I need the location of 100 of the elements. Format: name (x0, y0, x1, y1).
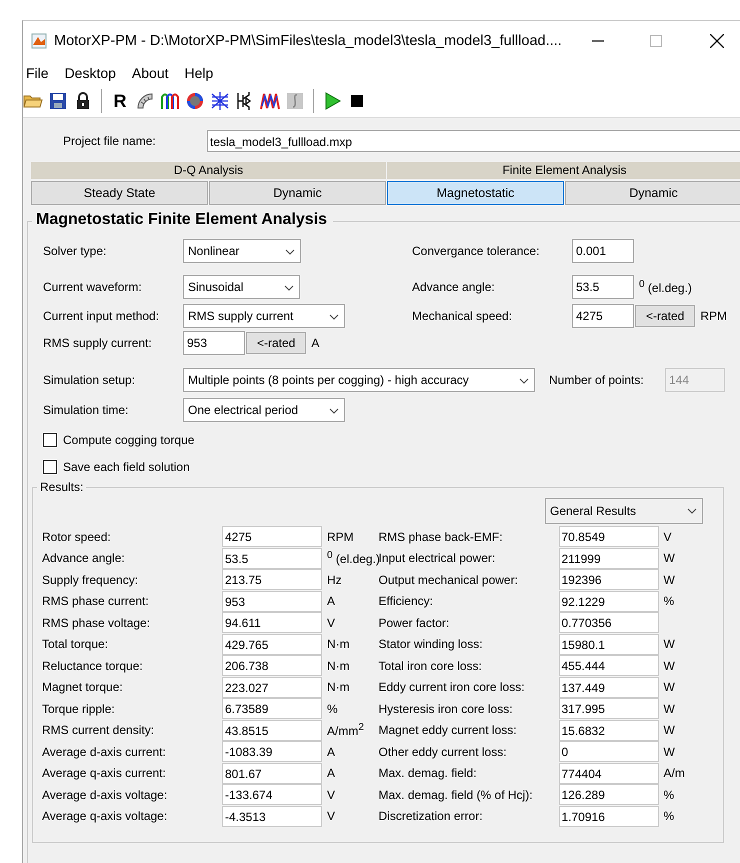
input-field[interactable]: 53.5 (572, 275, 634, 299)
checkbox[interactable] (43, 460, 57, 474)
winding-icon[interactable] (160, 91, 180, 111)
unit-label: V (327, 788, 336, 802)
dropdown[interactable]: RMS supply current (183, 304, 345, 328)
result-label: Stator winding loss: (378, 637, 484, 652)
unit-label: % (664, 594, 674, 608)
result-label: Discretization error: (378, 809, 484, 824)
unit-label: % (327, 702, 338, 716)
unit-label: W (664, 702, 675, 716)
field-label: Number of points: (549, 373, 645, 387)
field-label: Current waveform: (42, 280, 143, 294)
tab[interactable]: Magnetostatic (387, 181, 564, 205)
result-field: 223.027 (222, 676, 322, 698)
tab-group-header: D-Q Analysis (31, 162, 386, 179)
field-label: Simulation setup: (42, 373, 136, 387)
result-field: 953 (222, 590, 322, 612)
result-field: 429.765 (222, 634, 322, 655)
dropdown[interactable]: Multiple points (8 points per cogging) - high accuracy (183, 368, 535, 392)
unit-label: W (664, 551, 675, 566)
result-label: Efficiency: (378, 594, 434, 608)
menu-item[interactable]: Desktop (62, 65, 124, 81)
checkbox-label: Compute cogging torque (63, 433, 194, 447)
result-label: Total iron core loss: (378, 658, 483, 673)
unit-label: W (664, 658, 675, 673)
unit-label: V (664, 530, 672, 544)
result-label: Average q-axis voltage: (42, 809, 168, 824)
result-field: 213.75 (222, 569, 322, 590)
input-field[interactable]: 953 (183, 331, 245, 355)
result-field: 15.6832 (558, 720, 658, 741)
stator-icon[interactable] (135, 91, 155, 111)
result-label: Supply frequency: (42, 572, 140, 587)
menu-item[interactable]: Help (182, 65, 222, 81)
result-label: Reluctance torque: (42, 658, 144, 673)
result-label: RMS phase voltage: (42, 616, 152, 630)
tab[interactable]: Dynamic (565, 181, 740, 205)
close-icon[interactable] (710, 34, 724, 48)
unit-label: RPM (700, 309, 728, 323)
save-icon[interactable] (48, 91, 68, 111)
input-field: 144 (665, 368, 725, 392)
menu-item[interactable]: About (130, 65, 177, 81)
result-field: 137.449 (558, 676, 658, 698)
result-field: 94.611 (222, 612, 322, 634)
result-label: Magnet torque: (42, 680, 124, 694)
result-field: 126.289 (558, 784, 658, 806)
dropdown[interactable]: General Results (545, 498, 703, 524)
result-field: 70.8549 (558, 526, 658, 548)
result-field: 192396 (558, 569, 658, 590)
menu-item[interactable]: File (24, 65, 57, 81)
chevron-icon (329, 314, 339, 320)
chevron-icon (519, 378, 529, 384)
result-label: Max. demag. field: (378, 766, 478, 780)
tab[interactable]: Dynamic (209, 181, 386, 205)
unit-label: W (664, 637, 675, 652)
result-label: Average d-axis voltage: (42, 788, 168, 802)
input-field[interactable]: 0.001 (572, 239, 634, 263)
result-field: 53.5 (222, 548, 322, 569)
result-label: Power factor: (378, 616, 450, 630)
result-label: Total torque: (42, 637, 110, 652)
chevron-icon (687, 508, 697, 514)
checkbox[interactable] (43, 433, 57, 447)
result-label: Max. demag. field (% of Hcj): (378, 788, 534, 802)
result-label: Other eddy current loss: (378, 744, 508, 759)
result-field: 0.770356 (558, 612, 658, 634)
field-label: RMS supply current: (42, 336, 153, 350)
result-label: Advance angle: (42, 551, 126, 566)
unit-label: V (327, 616, 336, 630)
unit-label: W (664, 680, 675, 694)
unit-label: $^{0}$ (el.deg.) (639, 279, 692, 295)
rated-button[interactable]: <-rated (635, 305, 696, 327)
toolbar-button[interactable]: R (110, 90, 130, 112)
dropdown[interactable]: Sinusoidal (183, 275, 300, 299)
mesh-icon[interactable] (210, 91, 230, 111)
result-label: Torque ripple: (42, 702, 116, 716)
result-label: Output mechanical power: (378, 572, 519, 587)
result-label: Magnet eddy current loss: (378, 723, 518, 738)
rotor-icon[interactable] (185, 91, 205, 111)
waveform-icon[interactable] (260, 91, 280, 111)
input-field[interactable]: 4275 (572, 304, 634, 328)
field-label: Current input method: (42, 309, 160, 323)
window-title: MotorXP-PM - D:\MotorXP-PM\SimFiles\tesla_model3\tesla_model3_fullload.... (54, 33, 562, 49)
unit-label: % (664, 809, 674, 824)
rated-button[interactable]: <-rated (246, 332, 306, 354)
group-title: Results: (37, 480, 86, 494)
unit-label: V (327, 809, 336, 824)
result-field: 317.995 (558, 698, 658, 720)
dropdown[interactable]: Nonlinear (183, 239, 301, 263)
unit-label: RPM (327, 530, 354, 544)
chevron-icon (329, 408, 339, 414)
unit-label: A (327, 744, 336, 759)
result-label: Input electrical power: (378, 551, 496, 566)
integral-icon[interactable] (285, 91, 305, 111)
unit-label: W (664, 572, 675, 587)
dropdown[interactable]: One electrical period (183, 398, 345, 422)
tab[interactable]: Steady State (31, 181, 208, 205)
unit-label: A (327, 594, 336, 608)
app-icon (31, 33, 47, 49)
project-file-field[interactable]: tesla_model3_fullload.mxp (207, 130, 740, 152)
result-field: 211999 (558, 548, 658, 569)
result-field: -4.3513 (222, 806, 322, 827)
